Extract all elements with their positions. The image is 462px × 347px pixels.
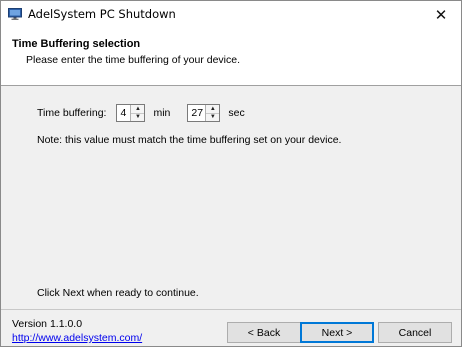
monitor-icon (8, 8, 22, 20)
minutes-value: 4 (120, 107, 127, 119)
time-buffering-row: Time buffering: 4 ▲ ▼ min 27 ▲ ▼ sec (37, 103, 245, 123)
time-buffering-label: Time buffering: (37, 107, 107, 119)
back-button[interactable]: < Back (227, 322, 301, 343)
continue-instruction: Click Next when ready to continue. (37, 287, 199, 299)
window-title: AdelSystem PC Shutdown (28, 7, 176, 21)
version-text: Version 1.1.0.0 (12, 318, 83, 330)
minutes-stepper-arrows: ▲ ▼ (130, 105, 145, 121)
close-button[interactable]: ✕ (421, 1, 461, 28)
page-subtitle: Please enter the time buffering of your … (26, 54, 241, 66)
wizard-body: Time buffering: 4 ▲ ▼ min 27 ▲ ▼ sec Not… (1, 86, 461, 309)
note-text: Note: this value must match the time buf… (37, 134, 342, 146)
minutes-stepper[interactable]: 4 ▲ ▼ (116, 104, 146, 122)
website-link[interactable]: http://www.adelsystem.com/ (12, 332, 142, 344)
seconds-down-arrow-icon[interactable]: ▼ (206, 113, 219, 121)
seconds-stepper-arrows: ▲ ▼ (205, 105, 220, 121)
cancel-button[interactable]: Cancel (378, 322, 452, 343)
wizard-header: Time Buffering selection Please enter th… (1, 28, 461, 86)
title-bar: AdelSystem PC Shutdown ✕ (1, 1, 461, 28)
seconds-value: 27 (191, 107, 204, 119)
wizard-window: AdelSystem PC Shutdown ✕ Time Buffering … (0, 0, 462, 347)
close-icon: ✕ (434, 6, 448, 24)
seconds-stepper[interactable]: 27 ▲ ▼ (187, 104, 221, 122)
next-button[interactable]: Next > (300, 322, 374, 343)
seconds-unit-label: sec (228, 107, 245, 119)
minutes-unit-label: min (153, 107, 171, 119)
wizard-footer: Version 1.1.0.0 http://www.adelsystem.co… (1, 310, 461, 346)
page-title: Time Buffering selection (12, 38, 141, 50)
minutes-down-arrow-icon[interactable]: ▼ (131, 113, 144, 121)
